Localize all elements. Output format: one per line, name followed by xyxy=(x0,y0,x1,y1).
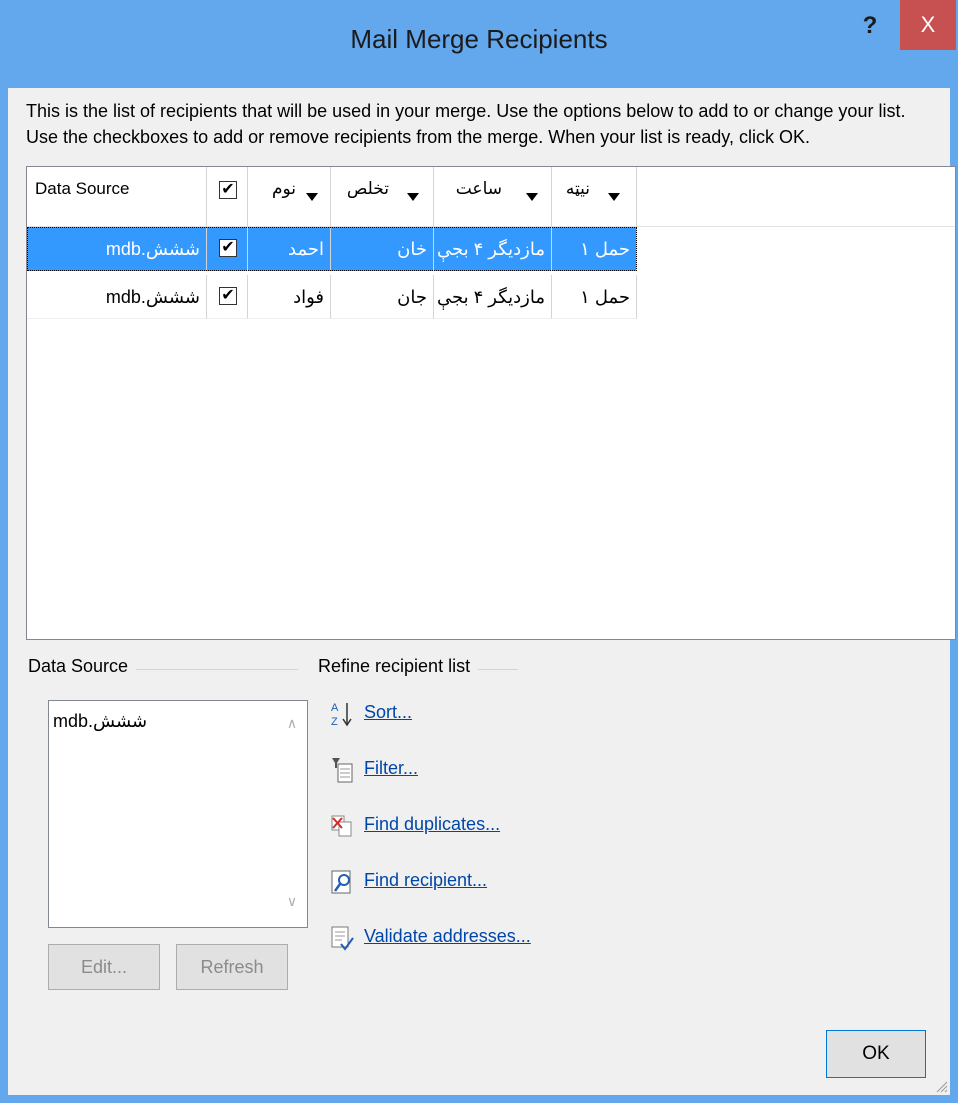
column-label: ساعت xyxy=(455,179,502,198)
validate-icon xyxy=(331,926,354,951)
column-header-time[interactable]: ساعت xyxy=(434,167,552,227)
filter-icon xyxy=(332,758,353,783)
scroll-up-icon[interactable]: ∧ xyxy=(283,715,301,733)
help-button[interactable]: ? xyxy=(857,12,883,42)
sort-link[interactable]: Sort... xyxy=(364,702,412,723)
column-header-name[interactable]: نوم xyxy=(248,167,331,227)
cell-data-source: ششش.mdb xyxy=(27,275,207,319)
validate-addresses-link[interactable]: Validate addresses... xyxy=(364,926,531,947)
find-recipient-link[interactable]: Find recipient... xyxy=(364,870,487,891)
svg-text:A: A xyxy=(331,702,339,714)
cell-time: مازدیگر ۴ بجې xyxy=(434,275,552,319)
cell-name: فواد xyxy=(248,275,331,319)
filter-link[interactable]: Filter... xyxy=(364,758,418,779)
data-source-item[interactable]: ششش.mdb xyxy=(53,711,147,732)
dropdown-arrow-icon[interactable] xyxy=(306,193,318,201)
header-checkbox[interactable]: ✔ xyxy=(219,181,237,199)
table-row[interactable]: ششش.mdb ✔ فواد جان مازدیگر ۴ بجې حمل ۱ xyxy=(27,275,637,319)
cell-name: احمد xyxy=(248,227,331,271)
column-label: نوم xyxy=(271,179,296,198)
ok-button[interactable]: OK xyxy=(826,1030,926,1078)
table-row[interactable]: ششش.mdb ✔ احمد خان مازدیگر ۴ بجې حمل ۱ xyxy=(27,227,637,271)
column-header-data-source[interactable]: Data Source xyxy=(27,167,207,227)
cell-checkbox: ✔ xyxy=(207,275,248,319)
grid-header: Data Source ✔ نوم تخلص ساعت نیټه xyxy=(27,167,955,227)
find-duplicates-link[interactable]: Find duplicates... xyxy=(364,814,500,835)
data-source-list[interactable]: ششش.mdb ∧ ∨ xyxy=(48,700,308,928)
title-bar: Mail Merge Recipients ? X xyxy=(0,0,958,88)
resize-grip-icon[interactable] xyxy=(934,1079,948,1093)
column-label: نیټه xyxy=(565,179,590,198)
intro-text: This is the list of recipients that will… xyxy=(26,98,946,150)
row-checkbox[interactable]: ✔ xyxy=(219,287,237,305)
dialog-title: Mail Merge Recipients xyxy=(350,24,608,54)
edit-button[interactable]: Edit... xyxy=(48,944,160,990)
row-checkbox[interactable]: ✔ xyxy=(219,239,237,257)
close-button[interactable]: X xyxy=(900,0,956,50)
dropdown-arrow-icon[interactable] xyxy=(608,193,620,201)
refine-group-label: Refine recipient list xyxy=(318,656,479,677)
cell-lastname: خان xyxy=(331,227,434,271)
refresh-button[interactable]: Refresh xyxy=(176,944,288,990)
column-label: تخلص xyxy=(346,179,389,198)
find-recipient-icon xyxy=(331,870,351,894)
intro-line-2: Use the checkboxes to add or remove reci… xyxy=(26,127,810,147)
scroll-down-icon[interactable]: ∨ xyxy=(283,893,301,911)
find-duplicates-icon xyxy=(331,815,352,837)
dropdown-arrow-icon[interactable] xyxy=(526,193,538,201)
recipients-grid[interactable]: Data Source ✔ نوم تخلص ساعت نیټه ششش.mdb… xyxy=(26,166,956,640)
cell-lastname: جان xyxy=(331,275,434,319)
column-header-lastname[interactable]: تخلص xyxy=(331,167,434,227)
cell-data-source: ششش.mdb xyxy=(27,227,207,271)
column-header-checkbox[interactable]: ✔ xyxy=(207,167,248,227)
data-source-group-label: Data Source xyxy=(28,656,137,677)
mail-merge-dialog: Mail Merge Recipients ? X This is the li… xyxy=(0,0,958,1103)
cell-time: مازدیگر ۴ بجې xyxy=(434,227,552,271)
cell-date: حمل ۱ xyxy=(552,227,637,271)
cell-checkbox: ✔ xyxy=(207,227,248,271)
column-label: Data Source xyxy=(35,179,130,198)
intro-line-1: This is the list of recipients that will… xyxy=(26,101,906,121)
column-header-date[interactable]: نیټه xyxy=(552,167,637,227)
sort-icon: A Z xyxy=(331,702,352,728)
svg-text:Z: Z xyxy=(331,716,338,728)
cell-date: حمل ۱ xyxy=(552,275,637,319)
dropdown-arrow-icon[interactable] xyxy=(407,193,419,201)
